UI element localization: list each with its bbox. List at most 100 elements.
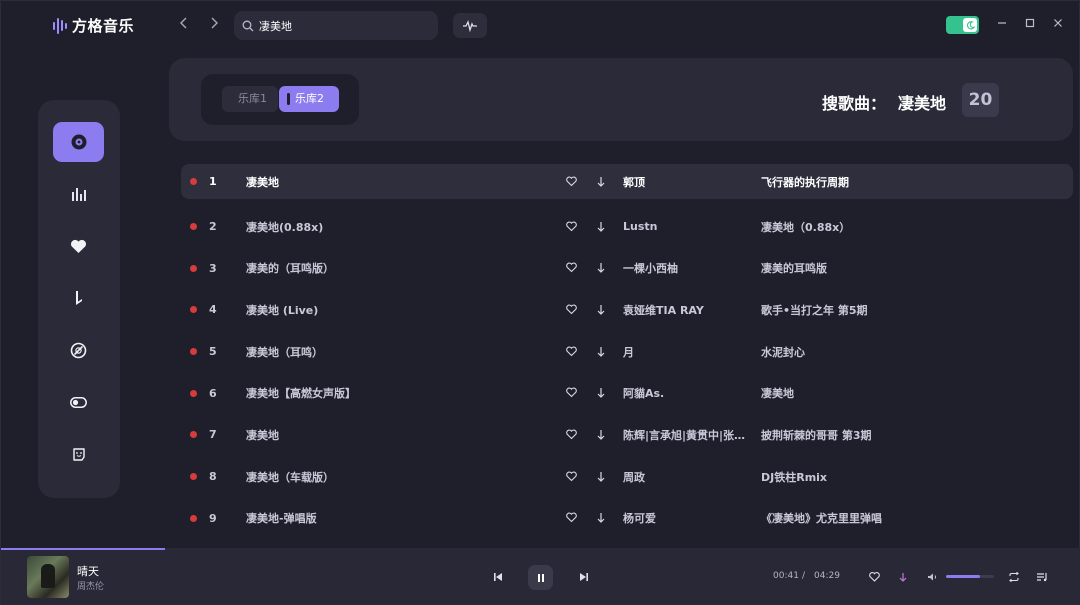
- song-artist[interactable]: 杨可爱: [623, 510, 748, 526]
- tab-library-1-label: 乐库1: [238, 92, 267, 105]
- song-index: 4: [209, 303, 217, 317]
- repeat-icon[interactable]: [1007, 570, 1021, 584]
- song-artist[interactable]: Lustn: [623, 220, 748, 233]
- pause-button[interactable]: [528, 565, 553, 590]
- emoji-icon: [72, 448, 85, 461]
- next-icon[interactable]: [577, 570, 591, 584]
- download-icon[interactable]: [596, 262, 606, 277]
- song-album[interactable]: 凄美的耳鸣版: [761, 260, 827, 276]
- song-row[interactable]: 2 凄美地(0.88x) Lustn 凄美地（0.88x）: [181, 206, 1073, 248]
- song-album[interactable]: 《凄美地》尤克里里弹唱: [761, 510, 882, 526]
- download-icon[interactable]: [596, 387, 606, 402]
- heart-outline-icon[interactable]: [566, 176, 577, 190]
- sidebar-item-about[interactable]: [53, 434, 104, 474]
- song-title[interactable]: 凄美地-弹唱版: [246, 510, 317, 526]
- song-row[interactable]: 1 凄美地 郭顶 飞行器的执行周期: [181, 164, 1073, 199]
- song-artist[interactable]: 月: [623, 344, 748, 360]
- song-row[interactable]: 6 凄美地【高燃女声版】 阿貓As. 凄美地: [181, 372, 1073, 414]
- song-title[interactable]: 凄美的（耳鸣版）: [246, 260, 334, 276]
- sidebar-item-discover[interactable]: [53, 122, 104, 162]
- song-row[interactable]: 9 凄美地-弹唱版 杨可爱 《凄美地》尤克里里弹唱: [181, 498, 1073, 540]
- song-row[interactable]: 3 凄美的（耳鸣版） 一棵小西柚 凄美的耳鸣版: [181, 247, 1073, 289]
- previous-icon[interactable]: [491, 570, 505, 584]
- sidebar-item-favorites[interactable]: [53, 226, 104, 266]
- theme-toggle[interactable]: [946, 16, 979, 34]
- music-note-icon: [75, 291, 82, 305]
- song-artist[interactable]: 陈辉|言承旭|黄贯中|张…: [623, 427, 748, 443]
- song-album[interactable]: DJ铁柱Rmix: [761, 469, 827, 485]
- sidebar-item-albums[interactable]: [53, 330, 104, 370]
- song-artist[interactable]: 阿貓As.: [623, 385, 748, 401]
- download-icon[interactable]: [896, 570, 910, 584]
- sidebar-item-charts[interactable]: [53, 174, 104, 214]
- voice-search-button[interactable]: [453, 13, 487, 38]
- song-title[interactable]: 凄美地: [246, 174, 279, 190]
- disc-icon: [71, 134, 86, 150]
- download-icon[interactable]: [596, 346, 606, 361]
- search-box[interactable]: [234, 11, 438, 40]
- song-album[interactable]: 凄美地: [761, 385, 794, 401]
- song-title[interactable]: 凄美地（车载版）: [246, 469, 334, 485]
- song-row[interactable]: 4 凄美地 (Live) 袁娅维TIA RAY 歌手•当打之年 第5期: [181, 289, 1073, 331]
- sound-wave-icon: [463, 19, 477, 32]
- like-icon[interactable]: [867, 570, 881, 584]
- library-switch: 乐库1 乐库2: [201, 74, 359, 125]
- song-album[interactable]: 飞行器的执行周期: [761, 174, 849, 190]
- volume-slider[interactable]: [946, 575, 994, 578]
- tab-library-1[interactable]: 乐库1: [222, 86, 278, 112]
- playback-progress-bar[interactable]: [1, 548, 166, 550]
- current-time: 00:41: [773, 571, 799, 581]
- heart-outline-icon[interactable]: [566, 387, 577, 401]
- download-icon[interactable]: [596, 471, 606, 486]
- sidebar-item-settings[interactable]: [53, 382, 104, 422]
- song-artist[interactable]: 袁娅维TIA RAY: [623, 302, 748, 318]
- song-title[interactable]: 凄美地 (Live): [246, 302, 318, 318]
- result-count-badge: 20: [962, 83, 999, 117]
- download-icon[interactable]: [596, 429, 606, 444]
- song-list: 1 凄美地 郭顶 飞行器的执行周期 2 凄美地(0.88x) Lustn 凄美地（0.88x）…: [181, 164, 1073, 539]
- song-title[interactable]: 凄美地【高燃女声版】: [246, 385, 356, 401]
- back-arrow-icon[interactable]: [175, 16, 193, 34]
- maximize-icon[interactable]: [1023, 17, 1037, 31]
- song-album[interactable]: 凄美地（0.88x）: [761, 219, 850, 235]
- heart-outline-icon[interactable]: [566, 512, 577, 526]
- song-index: 1: [209, 175, 217, 188]
- download-icon[interactable]: [596, 304, 606, 319]
- sidebar-item-music[interactable]: [53, 278, 104, 318]
- heart-outline-icon[interactable]: [566, 346, 577, 360]
- song-album[interactable]: 披荆斩棘的哥哥 第3期: [761, 427, 871, 443]
- song-row[interactable]: 7 凄美地 陈辉|言承旭|黄贯中|张… 披荆斩棘的哥哥 第3期: [181, 414, 1073, 456]
- title-bar: 方格音乐: [1, 1, 1080, 51]
- heart-outline-icon[interactable]: [566, 304, 577, 318]
- song-title[interactable]: 凄美地: [246, 427, 279, 443]
- tab-library-2[interactable]: 乐库2: [279, 86, 339, 112]
- search-input[interactable]: [259, 19, 429, 32]
- search-keyword: 凄美地: [897, 94, 946, 113]
- heart-outline-icon[interactable]: [566, 429, 577, 443]
- heart-outline-icon[interactable]: [566, 471, 577, 485]
- song-artist[interactable]: 郭顶: [623, 174, 748, 190]
- playlist-icon[interactable]: [1035, 570, 1049, 584]
- close-icon[interactable]: [1051, 17, 1065, 31]
- download-icon[interactable]: [596, 512, 606, 527]
- volume-icon[interactable]: [925, 570, 939, 584]
- song-row[interactable]: 8 凄美地（车载版） 周政 DJ铁柱Rmix: [181, 456, 1073, 498]
- forward-arrow-icon[interactable]: [205, 16, 223, 34]
- song-album[interactable]: 水泥封心: [761, 344, 805, 360]
- song-row[interactable]: 5 凄美地（耳鸣） 月水泥封心: [181, 331, 1073, 373]
- heart-outline-icon[interactable]: [566, 221, 577, 235]
- song-album[interactable]: 歌手•当打之年 第5期: [761, 302, 868, 318]
- minimize-icon[interactable]: [995, 17, 1009, 31]
- status-dot: [190, 389, 197, 397]
- song-title[interactable]: 凄美地（耳鸣）: [246, 344, 323, 360]
- song-artist[interactable]: 一棵小西柚: [623, 260, 748, 276]
- heart-outline-icon[interactable]: [566, 262, 577, 276]
- album-cover[interactable]: [27, 556, 69, 598]
- song-artist[interactable]: 周政: [623, 469, 748, 485]
- search-icon: [242, 20, 254, 31]
- download-icon[interactable]: [596, 176, 606, 191]
- song-title[interactable]: 凄美地(0.88x): [246, 219, 323, 235]
- pause-icon: [537, 573, 544, 582]
- download-icon[interactable]: [596, 221, 606, 236]
- player-bar: 晴天 周杰伦 00:41 / 04:29: [1, 548, 1080, 605]
